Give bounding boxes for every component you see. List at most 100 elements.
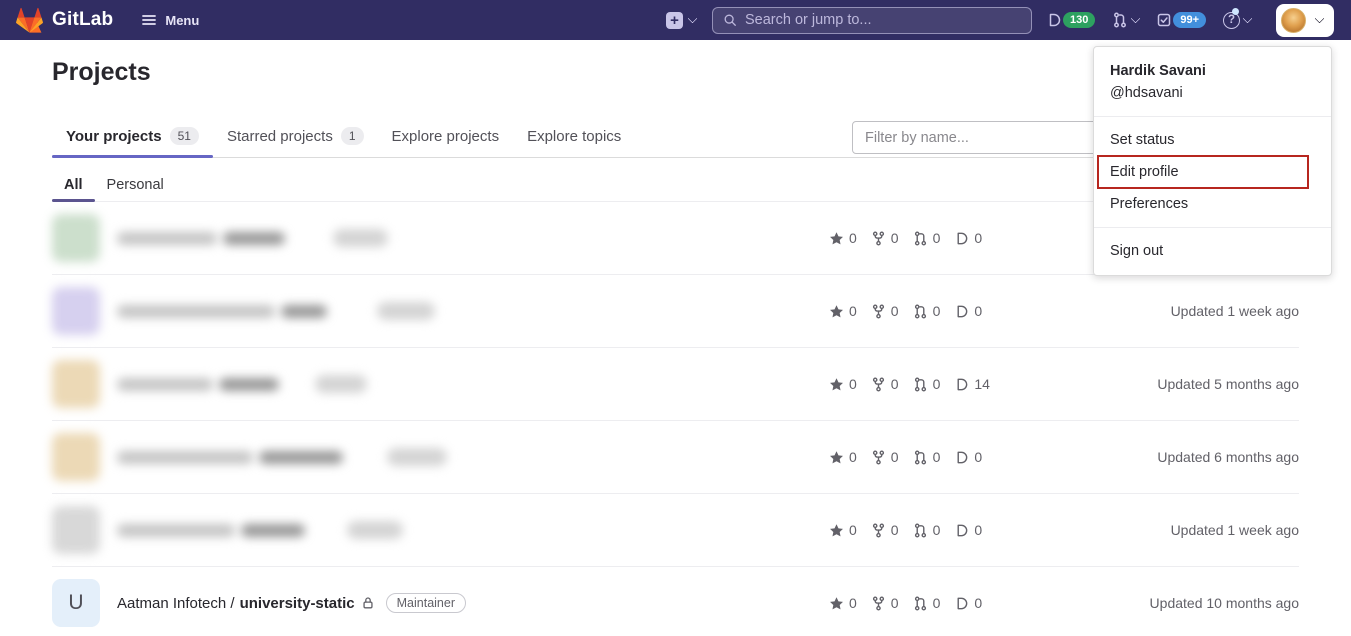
stat-value: 0 (932, 449, 941, 465)
merge-request-count: 0 (913, 376, 941, 392)
plus-icon (665, 11, 683, 29)
redacted-badge-blob (315, 375, 367, 393)
menu-item-preferences[interactable]: Preferences (1094, 188, 1331, 220)
stat-value: 0 (932, 376, 941, 392)
project-row[interactable]: U Aatman Infotech / university-static Ma… (52, 567, 1299, 636)
user-dropdown-menu: Hardik Savani @hdsavani Set status Edit … (1093, 46, 1332, 276)
tab-count-badge: 1 (340, 127, 364, 145)
fork-icon (871, 377, 886, 392)
search-input[interactable] (744, 12, 1021, 28)
issue-count: 0 (954, 595, 982, 611)
project-name-group: Aatman Infotech / university-static Main… (117, 593, 829, 613)
tab-label: Explore topics (527, 127, 622, 145)
subtab-personal[interactable]: Personal (95, 168, 176, 201)
issues-icon (954, 596, 969, 611)
menu-item-edit-profile[interactable]: Edit profile (1094, 155, 1331, 189)
fork-icon (871, 450, 886, 465)
stat-value: 0 (932, 522, 941, 538)
star-count: 0 (829, 595, 857, 611)
issue-count: 0 (954, 522, 982, 538)
subtab-all[interactable]: All (52, 168, 95, 202)
project-row[interactable]: 0 0 0 0 Updated 6 months ago (52, 421, 1299, 494)
updated-timestamp: Updated 5 months ago (1157, 376, 1299, 392)
tab-starred-projects[interactable]: Starred projects 1 (213, 114, 378, 157)
user-username: @hdsavani (1110, 85, 1183, 101)
redacted-text-blob (117, 523, 235, 537)
project-name: university-static (239, 594, 355, 612)
fork-count: 0 (871, 522, 899, 538)
stat-value: 0 (849, 595, 857, 611)
stat-value: 0 (849, 230, 857, 246)
stat-value: 0 (890, 522, 899, 538)
redacted-text-blob (117, 304, 275, 318)
tab-your-projects[interactable]: Your projects 51 (52, 114, 213, 158)
updated-timestamp: Updated 1 week ago (1170, 303, 1299, 319)
stat-value: 0 (974, 522, 983, 538)
menu-item-set-status[interactable]: Set status (1094, 124, 1331, 156)
project-row[interactable]: 0 0 0 14 Updated 5 months ago (52, 348, 1299, 421)
star-icon (829, 523, 844, 538)
star-icon (829, 377, 844, 392)
gitlab-logo[interactable]: GitLab (16, 7, 113, 34)
chevron-down-icon (1314, 13, 1325, 24)
project-stats: 0 0 0 0 (829, 303, 999, 319)
issue-count: 14 (954, 376, 990, 392)
merge-request-icon (913, 304, 928, 319)
redacted-project-name (117, 302, 829, 320)
tab-label: Your projects (66, 127, 162, 145)
stat-value: 0 (932, 303, 941, 319)
new-item-button[interactable] (665, 11, 698, 29)
project-name-link[interactable]: Aatman Infotech / university-static (117, 595, 355, 612)
stat-value: 0 (890, 303, 899, 319)
fork-icon (871, 304, 886, 319)
global-search[interactable] (711, 6, 1032, 34)
star-icon (829, 596, 844, 611)
stat-value: 0 (974, 230, 983, 246)
redacted-text-blob (223, 231, 285, 245)
issues-icon (954, 450, 969, 465)
redacted-text-blob (281, 304, 327, 318)
issues-button[interactable]: 130 (1044, 8, 1097, 32)
merge-request-count: 0 (913, 303, 941, 319)
fork-icon (871, 231, 886, 246)
star-count: 0 (829, 376, 857, 392)
tab-explore-topics[interactable]: Explore topics (513, 114, 635, 157)
redacted-project-name (117, 448, 829, 466)
issues-icon (954, 523, 969, 538)
star-count: 0 (829, 303, 857, 319)
merge-request-icon (913, 523, 928, 538)
redacted-text-blob (117, 450, 253, 464)
redacted-badge-blob (387, 448, 447, 466)
star-count: 0 (829, 230, 857, 246)
dropdown-divider (1094, 116, 1331, 117)
redacted-project-name (117, 229, 829, 247)
project-row[interactable]: 0 0 0 0 Updated 1 week ago (52, 275, 1299, 348)
stat-value: 0 (849, 522, 857, 538)
menu-item-sign-out[interactable]: Sign out (1094, 235, 1331, 267)
todos-button[interactable]: 99+ (1154, 8, 1208, 32)
project-stats: 0 0 0 0 (829, 595, 999, 611)
stat-value: 0 (849, 303, 857, 319)
issue-count: 0 (954, 303, 982, 319)
star-icon (829, 450, 844, 465)
updated-timestamp: Updated 10 months ago (1149, 595, 1299, 611)
tab-explore-projects[interactable]: Explore projects (378, 114, 514, 157)
menu-button[interactable]: Menu (141, 12, 199, 28)
edit-profile-label: Edit profile (1110, 164, 1179, 180)
redacted-text-blob (117, 231, 217, 245)
project-stats: 0 0 0 0 (829, 449, 999, 465)
stat-value: 0 (974, 595, 983, 611)
user-avatar-button[interactable] (1276, 3, 1334, 37)
help-button[interactable] (1221, 7, 1253, 33)
redacted-badge-blob (333, 229, 388, 247)
project-row[interactable]: 0 0 0 0 Updated 1 week ago (52, 494, 1299, 567)
merge-requests-button[interactable] (1110, 8, 1141, 32)
fork-count: 0 (871, 376, 899, 392)
redacted-project-name (117, 521, 829, 539)
redacted-text-blob (241, 523, 305, 537)
star-icon (829, 231, 844, 246)
star-icon (829, 304, 844, 319)
tab-label: Explore projects (391, 127, 500, 145)
fork-count: 0 (871, 595, 899, 611)
dropdown-divider (1094, 227, 1331, 228)
